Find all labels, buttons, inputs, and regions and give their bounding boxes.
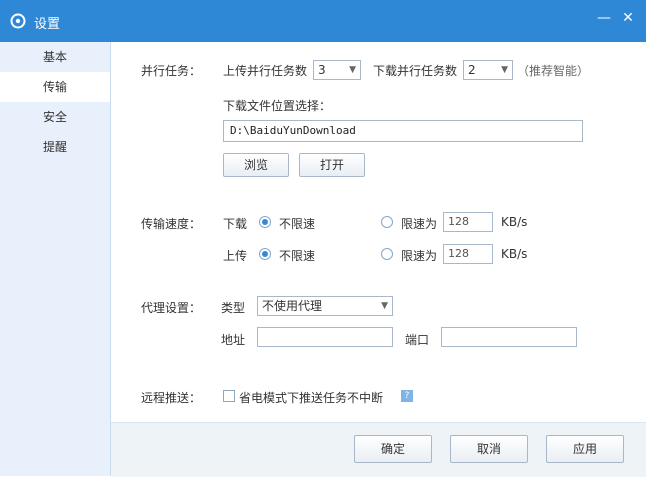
proxy-port-input[interactable] — [441, 327, 577, 347]
sidebar-item-transfer[interactable]: 传输 — [0, 72, 110, 102]
settings-panel: 并行任务： 上传并行任务数 3 ▼ 下载并行任务数 2 ▼ （推荐智能） 下载文… — [111, 42, 646, 477]
settings-gear-icon — [10, 13, 26, 29]
ok-button[interactable]: 确定 — [354, 435, 432, 463]
download-limit-label: 限速为 — [401, 217, 438, 231]
proxy-type-label: 类型 — [221, 301, 246, 315]
proxy-settings-label: 代理设置： — [141, 301, 202, 315]
close-button[interactable]: ✕ — [618, 8, 638, 28]
recommend-hint: （推荐智能） — [517, 64, 590, 78]
download-limit-radio[interactable] — [381, 216, 393, 228]
proxy-type-select[interactable]: 不使用代理 ▼ — [257, 296, 393, 316]
power-save-checkbox[interactable] — [223, 390, 235, 402]
window-title: 设置 — [34, 17, 61, 32]
proxy-type-value: 不使用代理 — [262, 299, 323, 313]
upload-parallel-value: 3 — [318, 63, 326, 77]
proxy-address-input[interactable] — [257, 327, 393, 347]
download-parallel-label: 下载并行任务数 — [373, 64, 458, 78]
download-unlimited-radio[interactable] — [259, 216, 271, 228]
cancel-button[interactable]: 取消 — [450, 435, 528, 463]
download-unit-label: KB/s — [501, 215, 528, 229]
sidebar-item-basic[interactable]: 基本 — [0, 42, 110, 72]
upload-speed-label: 上传 — [223, 249, 248, 263]
upload-parallel-label: 上传并行任务数 — [223, 64, 308, 78]
sidebar: 基本 传输 安全 提醒 — [0, 42, 111, 476]
download-parallel-select[interactable]: 2 ▼ — [463, 60, 513, 80]
download-speed-label: 下载 — [223, 217, 248, 231]
download-path-input[interactable]: D:\BaiduYunDownload — [223, 120, 583, 142]
proxy-address-label: 地址 — [221, 333, 246, 347]
help-icon[interactable]: ? — [401, 390, 413, 402]
minimize-button[interactable]: — — [594, 8, 614, 28]
download-location-label: 下载文件位置选择： — [223, 99, 332, 113]
transfer-speed-label: 传输速度： — [141, 217, 202, 231]
upload-unlimited-label: 不限速 — [279, 249, 316, 263]
chevron-down-icon: ▼ — [381, 301, 388, 311]
download-parallel-value: 2 — [468, 63, 476, 77]
upload-limit-input[interactable]: 128 — [443, 244, 493, 264]
browse-button[interactable]: 浏览 — [223, 153, 289, 177]
download-unlimited-label: 不限速 — [279, 217, 316, 231]
upload-unlimited-radio[interactable] — [259, 248, 271, 260]
title-bar: 设置 — ✕ — [0, 0, 646, 42]
proxy-port-label: 端口 — [405, 333, 430, 347]
upload-limit-radio[interactable] — [381, 248, 393, 260]
upload-parallel-select[interactable]: 3 ▼ — [313, 60, 361, 80]
parallel-tasks-label: 并行任务： — [141, 64, 202, 78]
upload-limit-label: 限速为 — [401, 249, 438, 263]
sidebar-item-security[interactable]: 安全 — [0, 102, 110, 132]
dialog-footer: 确定 取消 应用 — [111, 422, 646, 477]
apply-button[interactable]: 应用 — [546, 435, 624, 463]
open-button[interactable]: 打开 — [299, 153, 365, 177]
download-limit-input[interactable]: 128 — [443, 212, 493, 232]
sidebar-item-reminder[interactable]: 提醒 — [0, 132, 110, 162]
upload-unit-label: KB/s — [501, 247, 528, 261]
remote-push-label: 远程推送： — [141, 391, 202, 405]
power-save-label: 省电模式下推送任务不中断 — [239, 391, 384, 405]
chevron-down-icon: ▼ — [349, 65, 356, 75]
chevron-down-icon: ▼ — [501, 65, 508, 75]
